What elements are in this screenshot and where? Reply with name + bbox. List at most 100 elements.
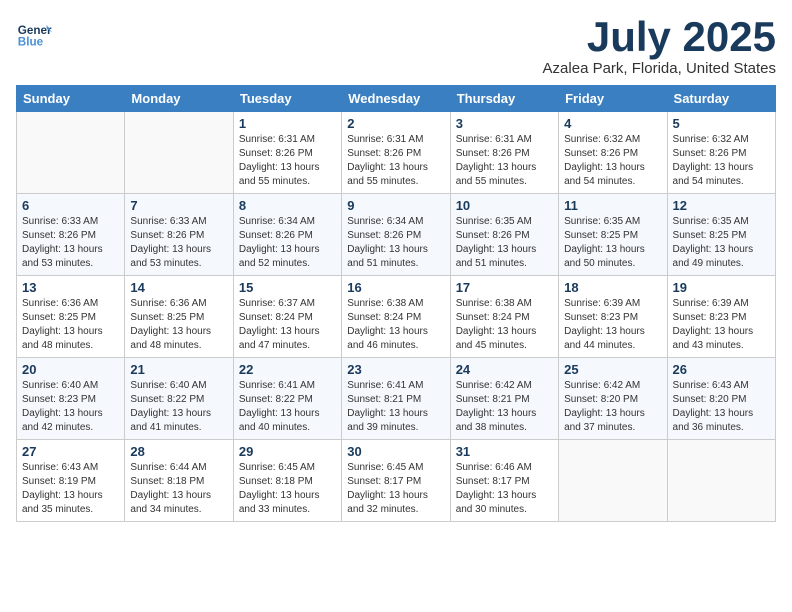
day-info: Sunrise: 6:36 AMSunset: 8:25 PMDaylight:… [22,297,119,353]
day-info: Sunrise: 6:34 AMSunset: 8:26 PMDaylight:… [347,215,444,271]
calendar-day-cell: 22Sunrise: 6:41 AMSunset: 8:22 PMDayligh… [233,358,341,440]
weekday-header-cell: Wednesday [342,86,450,112]
calendar-day-cell: 4Sunrise: 6:32 AMSunset: 8:26 PMDaylight… [559,112,667,194]
weekday-header-cell: Friday [559,86,667,112]
day-number: 15 [239,280,336,295]
day-info: Sunrise: 6:32 AMSunset: 8:26 PMDaylight:… [564,133,661,189]
title-block: July 2025 Azalea Park, Florida, United S… [543,16,776,77]
day-number: 19 [673,280,770,295]
day-number: 13 [22,280,119,295]
day-number: 30 [347,444,444,459]
day-number: 9 [347,198,444,213]
day-number: 7 [130,198,227,213]
day-info: Sunrise: 6:46 AMSunset: 8:17 PMDaylight:… [456,461,553,517]
day-info: Sunrise: 6:42 AMSunset: 8:21 PMDaylight:… [456,379,553,435]
calendar-week-row: 27 Sunrise: 6:43 AMSunset: 8:19 PMDayligh… [17,440,776,522]
day-number: 2 [347,116,444,131]
day-number: 27 [22,444,119,459]
day-number: 10 [456,198,553,213]
day-number: 31 [456,444,553,459]
day-number: 18 [564,280,661,295]
calendar-day-cell: 2 Sunrise: 6:31 AMSunset: 8:26 PMDaylight… [342,112,450,194]
calendar-day-cell: 11 Sunrise: 6:35 AMSunset: 8:25 PMDayligh… [559,194,667,276]
calendar-day-cell: 10 Sunrise: 6:35 AMSunset: 8:26 PMDayligh… [450,194,558,276]
day-info: Sunrise: 6:40 AMSunset: 8:22 PMDaylight:… [130,379,227,435]
calendar-day-cell: 6 Sunrise: 6:33 AMSunset: 8:26 PMDaylight… [17,194,125,276]
month-title: July 2025 [543,16,776,58]
calendar-week-row: 1 Sunrise: 6:31 AMSunset: 8:26 PMDaylight… [17,112,776,194]
svg-text:Blue: Blue [18,36,44,49]
calendar-table: SundayMondayTuesdayWednesdayThursdayFrid… [16,85,776,522]
day-number: 26 [673,362,770,377]
day-info: Sunrise: 6:37 AMSunset: 8:24 PMDaylight:… [239,297,336,353]
calendar-day-cell: 28Sunrise: 6:44 AMSunset: 8:18 PMDayligh… [125,440,233,522]
weekday-header-cell: Tuesday [233,86,341,112]
calendar-day-cell: 3 Sunrise: 6:31 AMSunset: 8:26 PMDaylight… [450,112,558,194]
day-info: Sunrise: 6:31 AMSunset: 8:26 PMDaylight:… [239,133,336,189]
day-info: Sunrise: 6:31 AMSunset: 8:26 PMDaylight:… [347,133,444,189]
day-number: 6 [22,198,119,213]
day-info: Sunrise: 6:33 AMSunset: 8:26 PMDaylight:… [22,215,119,271]
day-number: 3 [456,116,553,131]
calendar-day-cell: 5Sunrise: 6:32 AMSunset: 8:26 PMDaylight… [667,112,775,194]
calendar-day-cell [17,112,125,194]
day-info: Sunrise: 6:38 AMSunset: 8:24 PMDaylight:… [347,297,444,353]
weekday-header-cell: Saturday [667,86,775,112]
calendar-day-cell: 31 Sunrise: 6:46 AMSunset: 8:17 PMDayligh… [450,440,558,522]
day-number: 24 [456,362,553,377]
day-info: Sunrise: 6:35 AMSunset: 8:26 PMDaylight:… [456,215,553,271]
calendar-day-cell: 17 Sunrise: 6:38 AMSunset: 8:24 PMDayligh… [450,276,558,358]
calendar-day-cell: 27 Sunrise: 6:43 AMSunset: 8:19 PMDayligh… [17,440,125,522]
day-info: Sunrise: 6:41 AMSunset: 8:21 PMDaylight:… [347,379,444,435]
calendar-week-row: 6 Sunrise: 6:33 AMSunset: 8:26 PMDaylight… [17,194,776,276]
calendar-day-cell: 21 Sunrise: 6:40 AMSunset: 8:22 PMDayligh… [125,358,233,440]
day-info: Sunrise: 6:34 AMSunset: 8:26 PMDaylight:… [239,215,336,271]
day-number: 21 [130,362,227,377]
calendar-day-cell: 19Sunrise: 6:39 AMSunset: 8:23 PMDayligh… [667,276,775,358]
day-number: 23 [347,362,444,377]
day-number: 29 [239,444,336,459]
logo-icon: General Blue [16,16,52,52]
day-info: Sunrise: 6:35 AMSunset: 8:25 PMDaylight:… [564,215,661,271]
calendar-day-cell: 23 Sunrise: 6:41 AMSunset: 8:21 PMDayligh… [342,358,450,440]
day-number: 1 [239,116,336,131]
header: General Blue July 2025 Azalea Park, Flor… [16,16,776,77]
day-number: 16 [347,280,444,295]
day-info: Sunrise: 6:44 AMSunset: 8:18 PMDaylight:… [130,461,227,517]
calendar-week-row: 20 Sunrise: 6:40 AMSunset: 8:23 PMDayligh… [17,358,776,440]
day-info: Sunrise: 6:40 AMSunset: 8:23 PMDaylight:… [22,379,119,435]
calendar-day-cell: 12 Sunrise: 6:35 AMSunset: 8:25 PMDayligh… [667,194,775,276]
calendar-day-cell: 9 Sunrise: 6:34 AMSunset: 8:26 PMDaylight… [342,194,450,276]
location-subtitle: Azalea Park, Florida, United States [543,60,776,77]
calendar-day-cell: 24 Sunrise: 6:42 AMSunset: 8:21 PMDayligh… [450,358,558,440]
day-number: 12 [673,198,770,213]
day-info: Sunrise: 6:43 AMSunset: 8:19 PMDaylight:… [22,461,119,517]
day-info: Sunrise: 6:36 AMSunset: 8:25 PMDaylight:… [130,297,227,353]
logo: General Blue [16,16,52,52]
day-info: Sunrise: 6:31 AMSunset: 8:26 PMDaylight:… [456,133,553,189]
weekday-header-cell: Thursday [450,86,558,112]
day-info: Sunrise: 6:35 AMSunset: 8:25 PMDaylight:… [673,215,770,271]
calendar-day-cell: 30Sunrise: 6:45 AMSunset: 8:17 PMDayligh… [342,440,450,522]
calendar-day-cell: 20 Sunrise: 6:40 AMSunset: 8:23 PMDayligh… [17,358,125,440]
day-info: Sunrise: 6:38 AMSunset: 8:24 PMDaylight:… [456,297,553,353]
day-number: 20 [22,362,119,377]
calendar-day-cell: 15 Sunrise: 6:37 AMSunset: 8:24 PMDayligh… [233,276,341,358]
calendar-body: 1 Sunrise: 6:31 AMSunset: 8:26 PMDaylight… [17,112,776,522]
calendar-day-cell [667,440,775,522]
calendar-day-cell: 18 Sunrise: 6:39 AMSunset: 8:23 PMDayligh… [559,276,667,358]
day-info: Sunrise: 6:45 AMSunset: 8:18 PMDaylight:… [239,461,336,517]
calendar-day-cell: 7 Sunrise: 6:33 AMSunset: 8:26 PMDaylight… [125,194,233,276]
day-number: 11 [564,198,661,213]
day-number: 17 [456,280,553,295]
calendar-day-cell: 1 Sunrise: 6:31 AMSunset: 8:26 PMDaylight… [233,112,341,194]
calendar-day-cell: 25Sunrise: 6:42 AMSunset: 8:20 PMDayligh… [559,358,667,440]
weekday-header-cell: Monday [125,86,233,112]
day-number: 14 [130,280,227,295]
calendar-day-cell: 16 Sunrise: 6:38 AMSunset: 8:24 PMDayligh… [342,276,450,358]
day-number: 5 [673,116,770,131]
weekday-header-row: SundayMondayTuesdayWednesdayThursdayFrid… [17,86,776,112]
day-info: Sunrise: 6:33 AMSunset: 8:26 PMDaylight:… [130,215,227,271]
calendar-day-cell: 8Sunrise: 6:34 AMSunset: 8:26 PMDaylight… [233,194,341,276]
day-info: Sunrise: 6:39 AMSunset: 8:23 PMDaylight:… [564,297,661,353]
